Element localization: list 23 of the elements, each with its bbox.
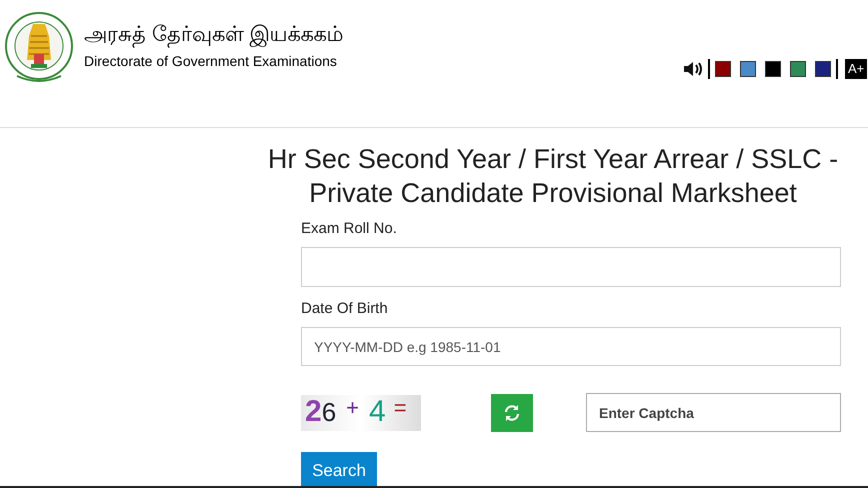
site-title: அரசுத் தேர்வுகள் இயக்ககம் xyxy=(84,22,344,48)
captcha-character: 6 xyxy=(322,396,336,428)
field-label: Date Of Birth xyxy=(301,300,389,318)
roll-number-field[interactable] xyxy=(301,247,841,287)
refresh-icon xyxy=(503,404,521,422)
theme-swatch[interactable] xyxy=(815,61,831,77)
captcha-character: 4 xyxy=(369,394,386,428)
captcha-character: + xyxy=(346,394,360,422)
theme-swatch[interactable] xyxy=(765,61,781,77)
date-of-birth-field[interactable]: YYYY-MM-DD e.g 1985-11-01 xyxy=(301,327,841,366)
search-button[interactable]: Search xyxy=(301,452,377,488)
font-size-button[interactable]: A+ xyxy=(845,59,868,79)
theme-swatch[interactable] xyxy=(790,61,806,77)
field-label: Exam Roll No. xyxy=(301,220,398,238)
captcha-field[interactable]: Enter Captcha xyxy=(586,393,841,432)
captcha-character: 2 xyxy=(305,394,322,428)
speaker-icon[interactable] xyxy=(683,61,703,77)
refresh-button[interactable] xyxy=(491,394,533,432)
page-title: Hr Sec Second Year / First Year Arrear / SSLC - Private Candidate Provisional Marksheet xyxy=(266,143,840,210)
theme-swatch[interactable] xyxy=(715,61,731,77)
site-subtitle: Directorate of Government Examinations xyxy=(84,52,338,70)
captcha-character: = xyxy=(394,394,407,422)
theme-swatch[interactable] xyxy=(740,61,756,77)
